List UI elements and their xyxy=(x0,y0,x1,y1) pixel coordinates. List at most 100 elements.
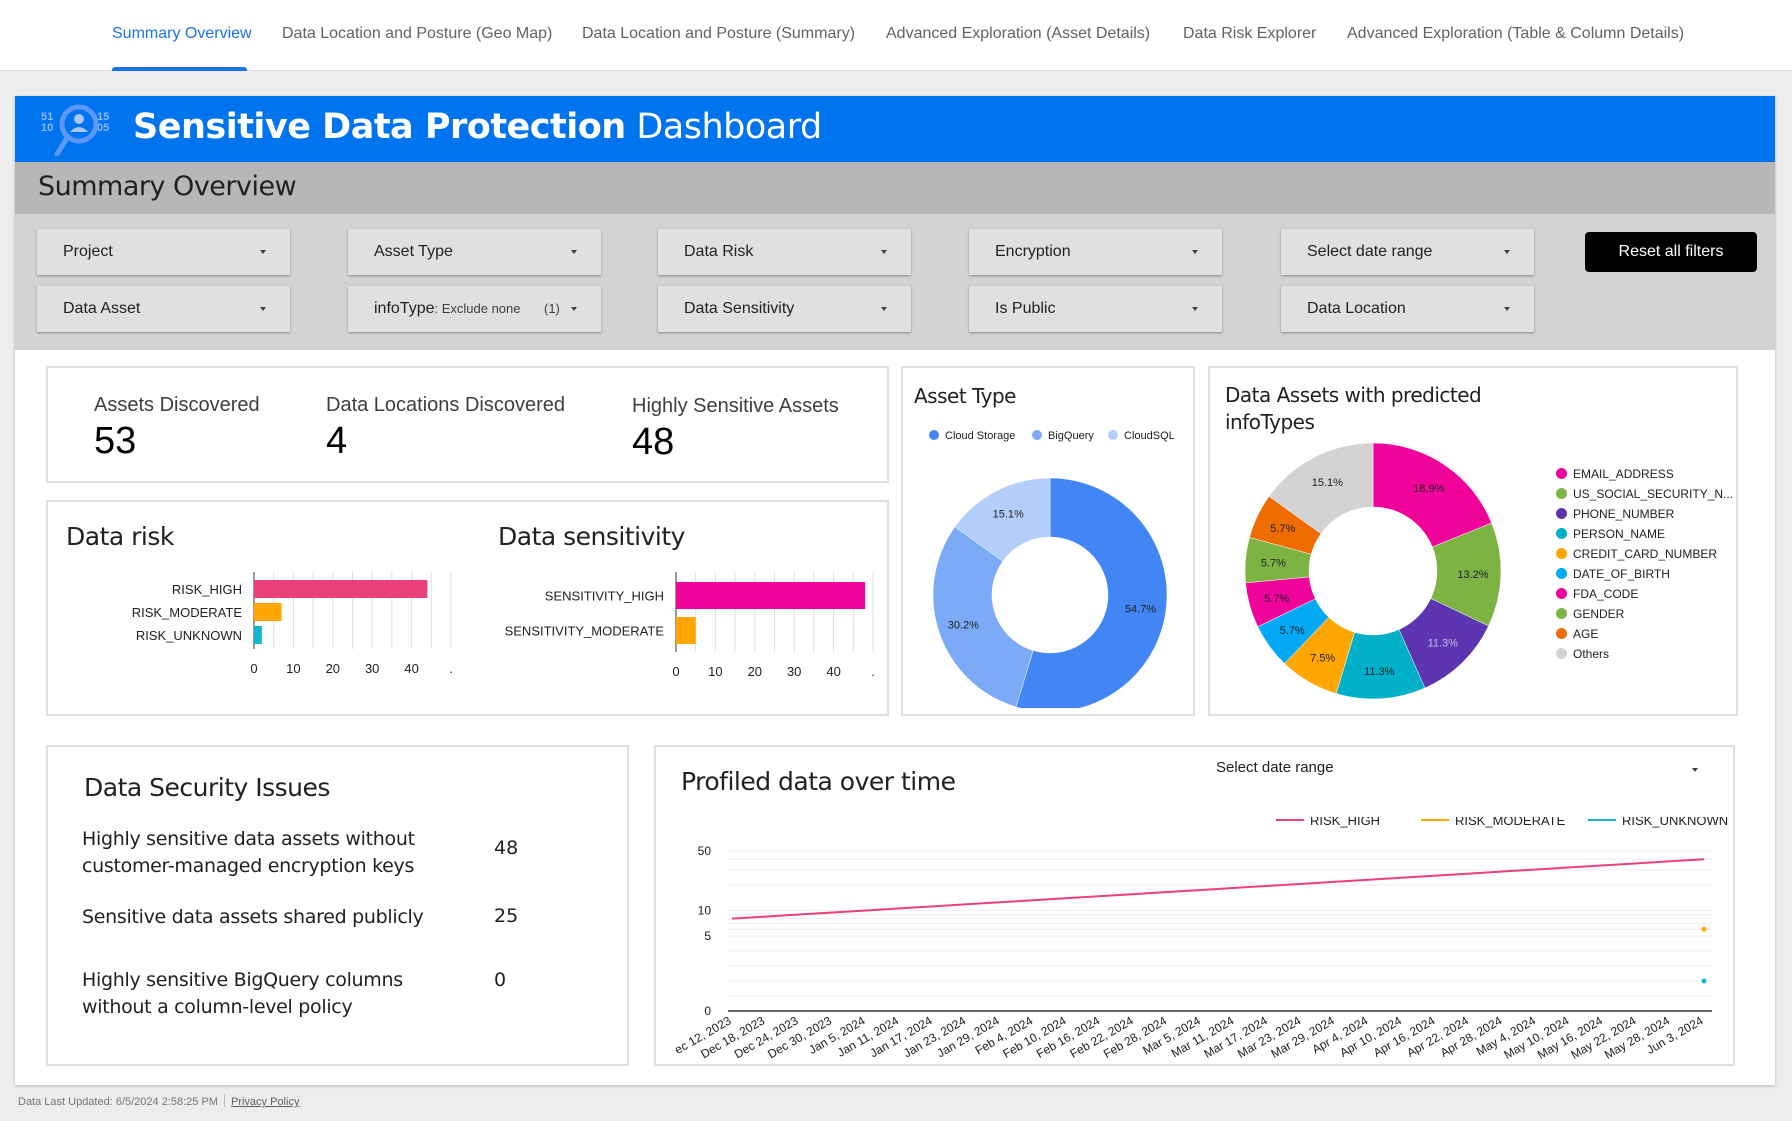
dropdown-arrow-icon xyxy=(571,307,577,311)
y-tick-label: 5 xyxy=(704,929,711,943)
risk-sensitivity-card: Data risk Data sensitivity RISK_HIGH RISK… xyxy=(46,500,889,716)
kpi-card: Assets Discovered 53 Data Locations Disc… xyxy=(46,366,889,483)
legend-dot-icon xyxy=(1108,430,1118,440)
tab-bar: Summary Overview Data Location and Postu… xyxy=(0,0,1792,71)
privacy-policy-link[interactable]: Privacy Policy xyxy=(231,1096,299,1108)
footer: Data Last Updated: 6/5/2024 2:58:25 PM Pr… xyxy=(18,1094,299,1108)
slice-label: 5.7% xyxy=(1280,625,1305,637)
filter-asset-type[interactable]: Asset Type xyxy=(348,229,601,275)
tab-asset-details[interactable]: Advanced Exploration (Asset Details) xyxy=(886,25,1150,43)
legend-label: CREDIT_CARD_NUMBER xyxy=(1573,547,1718,561)
category-label: SENSITIVITY_HIGH xyxy=(545,589,664,604)
slice-label: 15.1% xyxy=(993,509,1024,521)
legend-dot-icon xyxy=(1556,628,1567,639)
y-tick-label: 0 xyxy=(704,1004,711,1018)
reset-filters-button[interactable]: Reset all filters xyxy=(1585,232,1757,272)
legend-label: PHONE_NUMBER xyxy=(1573,507,1675,521)
kpi-label: Data Locations Discovered xyxy=(326,394,566,416)
tick-label: 0 xyxy=(250,661,257,676)
profiled-data-card: Profiled data over time Select date rang… xyxy=(654,745,1735,1066)
slice-label: 5.7% xyxy=(1261,557,1286,569)
slice-label: 18.9% xyxy=(1413,483,1444,495)
legend-item[interactable]: EMAIL_ADDRESS xyxy=(1556,467,1674,481)
legend-label: AGE xyxy=(1573,627,1599,641)
legend-item[interactable]: AGE xyxy=(1556,627,1598,641)
category-label: RISK_UNKNOWN xyxy=(136,628,242,643)
legend-item[interactable]: PERSON_NAME xyxy=(1556,527,1665,541)
legend-item[interactable]: US_SOCIAL_SECURITY_N... xyxy=(1556,487,1733,501)
legend-item[interactable]: Others xyxy=(1556,647,1609,661)
tick-label: . xyxy=(871,664,875,679)
legend-item[interactable]: CloudSQL xyxy=(1108,430,1175,442)
legend-dot-icon xyxy=(1556,548,1567,559)
footer-divider xyxy=(223,1094,225,1107)
issue-text: Sensitive data assets shared publicly xyxy=(82,906,424,928)
filter-data-risk[interactable]: Data Risk xyxy=(658,229,911,275)
issue-text: Highly sensitive BigQuery columns withou… xyxy=(82,969,403,1018)
tick-label: 30 xyxy=(365,661,379,676)
slice-label: 30.2% xyxy=(948,619,979,631)
legend-item[interactable]: FDA_CODE xyxy=(1556,587,1638,601)
slice-label: 13.2% xyxy=(1457,569,1488,581)
filter-bar: Project Asset Type Data Risk Encryption … xyxy=(15,214,1775,350)
filter-date-range[interactable]: Select date range xyxy=(1281,229,1534,275)
legend-item[interactable]: GENDER xyxy=(1556,607,1624,621)
tick-label: 20 xyxy=(748,664,762,679)
legend-label: RISK_MODERATE xyxy=(1455,817,1566,828)
filter-is-public[interactable]: Is Public xyxy=(969,286,1222,332)
filter-count-badge: (1) xyxy=(544,301,560,316)
tab-data-risk-explorer[interactable]: Data Risk Explorer xyxy=(1183,25,1316,43)
legend-item[interactable]: PHONE_NUMBER xyxy=(1556,507,1674,521)
slice-label: 15.1% xyxy=(1312,477,1343,489)
series-line-risk-high xyxy=(731,858,1705,920)
kpi-value: 4 xyxy=(326,420,348,462)
tab-table-column-details[interactable]: Advanced Exploration (Table & Column Det… xyxy=(1347,25,1684,43)
legend-item[interactable]: CREDIT_CARD_NUMBER xyxy=(1556,547,1717,561)
legend-dot-icon xyxy=(1556,488,1567,499)
sdp-logo-icon: 51 10 15 05 xyxy=(41,104,109,157)
bar xyxy=(676,617,696,644)
filter-data-sensitivity[interactable]: Data Sensitivity xyxy=(658,286,911,332)
legend-label: CloudSQL xyxy=(1124,430,1175,442)
filter-project[interactable]: Project xyxy=(37,229,290,275)
legend-label: GENDER xyxy=(1573,607,1625,621)
tab-geo-map[interactable]: Data Location and Posture (Geo Map) xyxy=(282,25,552,43)
asset-type-card: Asset Type Cloud Storage BigQuery CloudSQL… xyxy=(901,366,1195,716)
dropdown-arrow-icon xyxy=(1192,307,1198,311)
tab-location-summary[interactable]: Data Location and Posture (Summary) xyxy=(582,25,855,43)
filter-infotype[interactable]: infoType: Exclude none (1) xyxy=(348,286,601,332)
legend-item[interactable]: BigQuery xyxy=(1032,430,1094,442)
dropdown-arrow-icon xyxy=(260,250,266,254)
security-issues-title: Data Security Issues xyxy=(84,773,330,802)
series-point-risk-unknown xyxy=(1701,978,1707,984)
legend-label: EMAIL_ADDRESS xyxy=(1573,467,1674,481)
slice-label: 11.3% xyxy=(1364,666,1395,678)
legend-dot-icon xyxy=(1556,528,1567,539)
filter-data-location[interactable]: Data Location xyxy=(1281,286,1534,332)
kpi-label: Assets Discovered xyxy=(94,394,260,416)
legend-label: RISK_HIGH xyxy=(1310,817,1380,828)
security-issues-card: Data Security Issues Highly sensitive da… xyxy=(46,745,629,1066)
legend-label: DATE_OF_BIRTH xyxy=(1573,567,1670,581)
kpi-value: 48 xyxy=(632,421,675,463)
bar xyxy=(254,580,428,598)
issue-value: 48 xyxy=(494,837,519,859)
filter-data-asset[interactable]: Data Asset xyxy=(37,286,290,332)
tab-summary-overview[interactable]: Summary Overview xyxy=(112,25,252,43)
bar xyxy=(676,582,866,609)
legend-item[interactable]: Cloud Storage xyxy=(929,430,1015,442)
filter-encryption[interactable]: Encryption xyxy=(969,229,1222,275)
dropdown-arrow-icon xyxy=(1692,768,1698,772)
dropdown-arrow-icon xyxy=(1504,307,1510,311)
section-header: Summary Overview xyxy=(15,162,1775,214)
category-label: SENSITIVITY_MODERATE xyxy=(505,624,665,639)
kpi-value: 53 xyxy=(94,420,137,462)
dropdown-arrow-icon xyxy=(1504,250,1510,254)
legend-item[interactable]: DATE_OF_BIRTH xyxy=(1556,567,1670,581)
date-range-selector[interactable]: Select date range xyxy=(1216,759,1706,783)
issue-value: 25 xyxy=(494,905,519,927)
svg-text:05: 05 xyxy=(97,122,109,134)
slice-label: 5.7% xyxy=(1270,523,1295,535)
active-tab-indicator xyxy=(112,67,247,71)
legend-label: Cloud Storage xyxy=(945,430,1016,442)
